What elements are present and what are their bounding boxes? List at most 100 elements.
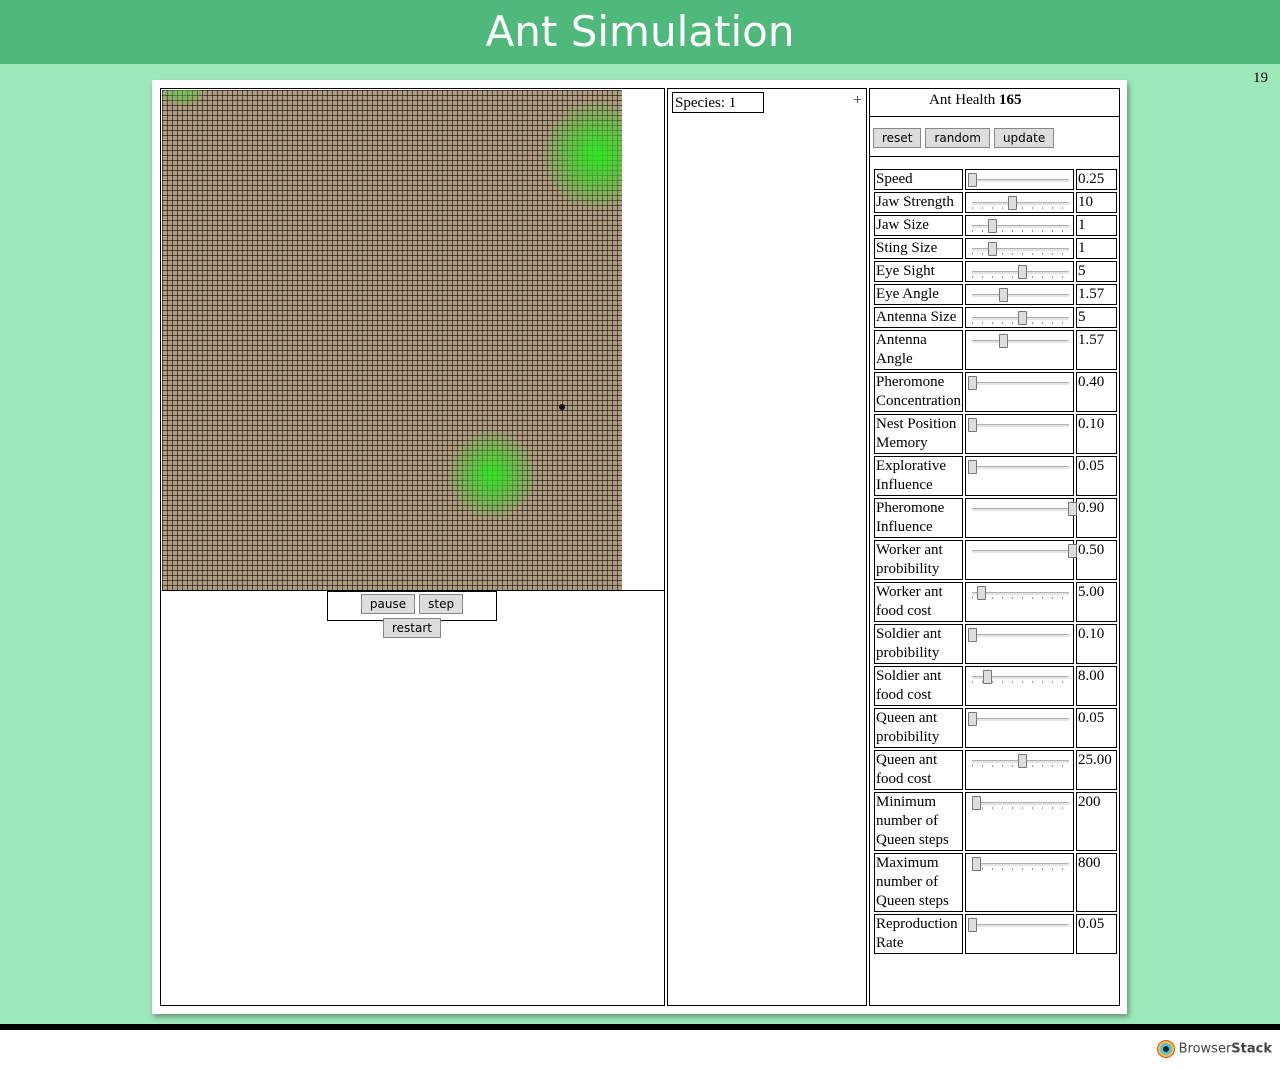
browserstack-icon: [1156, 1040, 1175, 1058]
species-selector[interactable]: Species: 1: [672, 92, 764, 113]
parameter-slider[interactable]: [964, 540, 1077, 580]
slider-track: [971, 225, 1070, 228]
parameter-label: Jaw Size: [874, 215, 963, 236]
parameter-slider[interactable]: [964, 330, 1075, 370]
parameter-value[interactable]: 0.90: [1076, 498, 1117, 538]
pause-button[interactable]: pause: [360, 594, 416, 614]
add-species-button[interactable]: +: [853, 92, 862, 110]
simulation-grid[interactable]: [162, 90, 622, 590]
parameter-table: Speed 0.25 Jaw Strength 10 Jaw Size 1 Sting Si…: [872, 167, 1119, 956]
parameter-row: Queen ant food cost 25.00: [874, 750, 1117, 790]
parameter-row: Nest Position Memory 0.10: [874, 414, 1117, 454]
parameter-slider[interactable]: [964, 792, 1075, 851]
parameter-value[interactable]: 0.10: [1076, 624, 1117, 664]
parameter-slider[interactable]: [964, 456, 1075, 496]
parameter-row: Pheromone Influence 0.90: [874, 498, 1117, 538]
slider-thumb[interactable]: [1017, 754, 1027, 768]
parameter-row: Soldier ant food cost 8.00: [874, 666, 1117, 706]
parameter-value[interactable]: 0.10: [1076, 414, 1117, 454]
slider-thumb[interactable]: [1017, 265, 1027, 279]
slider-track: [971, 802, 1070, 805]
random-button[interactable]: random: [925, 128, 990, 148]
parameter-slider[interactable]: [964, 307, 1075, 328]
slider-thumb[interactable]: [971, 796, 981, 810]
slider-thumb[interactable]: [1067, 544, 1077, 558]
parameter-row: Sting Size 1: [874, 238, 1117, 259]
parameter-value[interactable]: 200: [1076, 792, 1117, 851]
slider-ticks: [971, 230, 1070, 232]
parameter-slider[interactable]: [964, 853, 1075, 912]
parameter-slider[interactable]: [964, 498, 1077, 538]
parameter-slider[interactable]: [964, 192, 1075, 213]
slider-thumb[interactable]: [967, 173, 977, 187]
parameter-value[interactable]: 25.00: [1076, 750, 1117, 790]
parameter-value[interactable]: 5.00: [1076, 582, 1117, 622]
page-title: Ant Simulation: [0, 0, 1280, 64]
parameter-value[interactable]: 0.05: [1076, 708, 1117, 748]
slider-thumb[interactable]: [1007, 196, 1017, 210]
slider-thumb[interactable]: [998, 288, 1008, 302]
restart-button[interactable]: restart: [382, 618, 441, 638]
parameter-slider[interactable]: [964, 914, 1075, 954]
slider-track: [971, 340, 1070, 343]
parameter-value[interactable]: 5: [1076, 307, 1117, 328]
slider-thumb[interactable]: [1017, 311, 1027, 325]
parameter-slider[interactable]: [964, 708, 1075, 748]
parameter-slider[interactable]: [964, 624, 1075, 664]
parameter-value[interactable]: 1: [1076, 215, 1117, 236]
slider-thumb[interactable]: [987, 219, 997, 233]
slider-thumb[interactable]: [967, 418, 977, 432]
parameter-value[interactable]: 0.40: [1076, 372, 1117, 412]
slider-track: [971, 202, 1070, 205]
parameter-value[interactable]: 800: [1076, 853, 1117, 912]
slider-ticks: [971, 207, 1070, 209]
parameter-value[interactable]: 0.05: [1076, 914, 1117, 954]
slider-thumb[interactable]: [967, 712, 977, 726]
parameter-label: Eye Sight: [874, 261, 963, 282]
slider-thumb[interactable]: [1067, 502, 1077, 516]
parameter-value[interactable]: 10: [1076, 192, 1117, 213]
parameter-slider[interactable]: [964, 414, 1075, 454]
canvas-area: [162, 90, 664, 591]
parameter-label: Speed: [874, 169, 963, 190]
slider-thumb[interactable]: [982, 670, 992, 684]
parameter-label: Reproduction Rate: [874, 914, 963, 954]
parameter-slider[interactable]: [964, 582, 1075, 622]
slider-thumb[interactable]: [967, 628, 977, 642]
parameter-slider[interactable]: [964, 284, 1075, 305]
parameter-value[interactable]: 8.00: [1076, 666, 1117, 706]
step-button[interactable]: step: [419, 594, 464, 614]
slider-thumb[interactable]: [976, 586, 986, 600]
parameter-value[interactable]: 5: [1076, 261, 1117, 282]
parameters-panel: Ant Health 165 reset random update Speed 0.…: [869, 88, 1120, 1006]
parameter-label: Pheromone Influence: [874, 498, 963, 538]
parameter-value[interactable]: 1: [1076, 238, 1117, 259]
parameter-label: Antenna Size: [874, 307, 963, 328]
slider-thumb[interactable]: [971, 857, 981, 871]
parameter-value[interactable]: 0.50: [1076, 540, 1117, 580]
parameter-value[interactable]: 1.57: [1076, 330, 1117, 370]
slider-thumb[interactable]: [967, 460, 977, 474]
parameter-value[interactable]: 1.57: [1076, 284, 1117, 305]
parameter-value[interactable]: 0.05: [1076, 456, 1117, 496]
parameter-slider[interactable]: [964, 215, 1075, 236]
reset-button[interactable]: reset: [873, 128, 922, 148]
slider-thumb[interactable]: [967, 376, 977, 390]
parameter-slider[interactable]: [964, 666, 1075, 706]
slider-thumb[interactable]: [987, 242, 997, 256]
parameter-slider[interactable]: [964, 169, 1075, 190]
parameter-row: Worker ant food cost 5.00: [874, 582, 1117, 622]
parameter-label: Nest Position Memory: [874, 414, 963, 454]
parameter-row: Minimum number of Queen steps 200: [874, 792, 1117, 851]
parameter-slider[interactable]: [964, 261, 1075, 282]
parameter-slider[interactable]: [964, 238, 1075, 259]
slider-thumb[interactable]: [998, 334, 1008, 348]
parameter-value[interactable]: 0.25: [1076, 169, 1117, 190]
parameter-slider[interactable]: [964, 750, 1075, 790]
slider-thumb[interactable]: [967, 918, 977, 932]
slider-track: [971, 179, 1070, 182]
parameter-slider[interactable]: [964, 372, 1075, 412]
parameter-label: Queen ant food cost: [874, 750, 963, 790]
parameter-label: Maximum number of Queen steps: [874, 853, 963, 912]
update-button[interactable]: update: [993, 128, 1055, 148]
